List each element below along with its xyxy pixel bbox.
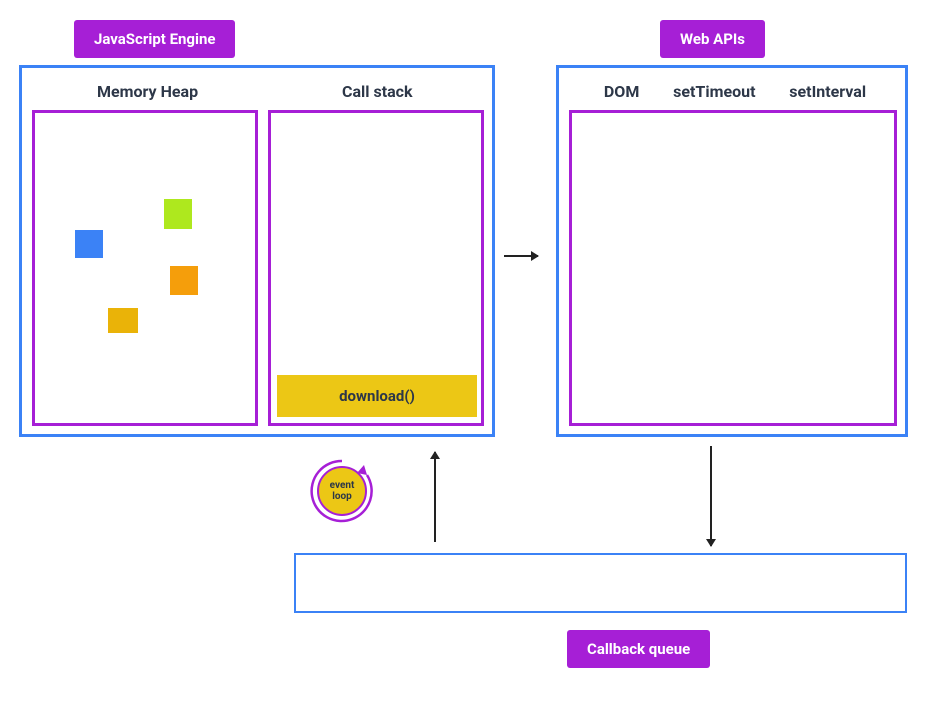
heap-object-blue	[75, 230, 103, 258]
heap-object-orange	[170, 266, 198, 295]
arrow-webapis-to-queue-icon	[710, 446, 712, 546]
heap-object-green	[164, 199, 192, 229]
callback-queue-title-badge: Callback queue	[567, 630, 710, 668]
web-api-setinterval: setInterval	[789, 82, 866, 101]
js-engine-title-badge: JavaScript Engine	[74, 20, 235, 58]
web-apis-inner-container	[569, 110, 897, 426]
memory-heap-heading: Memory Heap	[97, 82, 198, 101]
call-stack-container: download()	[268, 110, 484, 426]
memory-heap-container	[32, 110, 258, 426]
web-apis-list: DOM setTimeout setInterval	[587, 82, 883, 101]
web-apis-title-badge: Web APIs	[660, 20, 765, 58]
arrow-stack-to-webapis-icon	[504, 255, 538, 257]
event-loop: event loop	[300, 449, 384, 533]
event-loop-label-line1: event	[330, 480, 355, 491]
call-stack-frame-download: download()	[277, 375, 477, 417]
web-apis-box: DOM setTimeout setInterval	[556, 65, 908, 437]
web-api-settimeout: setTimeout	[673, 82, 755, 101]
web-api-dom: DOM	[604, 82, 639, 101]
js-engine-box: Memory Heap Call stack download()	[19, 65, 495, 437]
call-stack-heading: Call stack	[342, 82, 413, 101]
event-loop-label-line2: loop	[332, 491, 352, 502]
arrow-queue-to-stack-icon	[434, 452, 436, 542]
heap-object-yellow	[108, 308, 138, 333]
callback-queue-box	[294, 553, 907, 613]
event-loop-circle: event loop	[317, 466, 367, 516]
